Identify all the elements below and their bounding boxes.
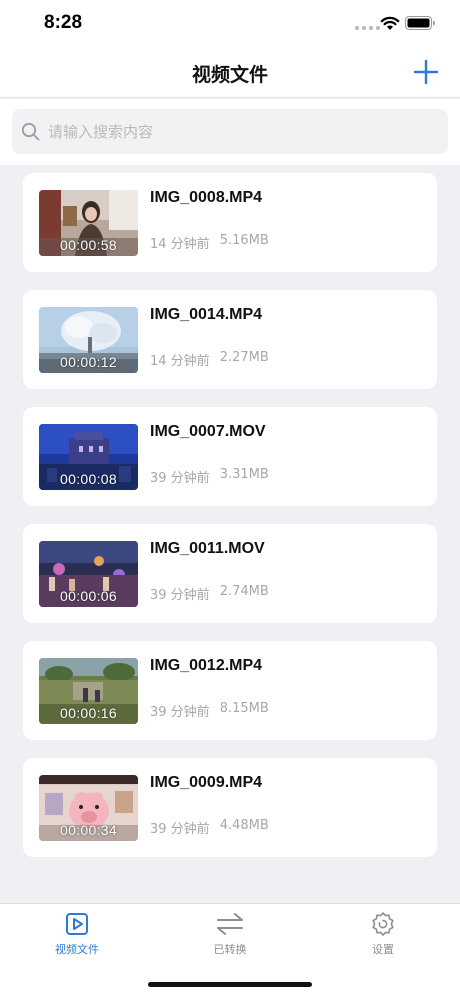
page-title: 视频文件 — [191, 64, 268, 86]
video-duration: 00:00:16 — [60, 705, 117, 721]
video-file-size: 2.27MB — [219, 350, 269, 365]
video-modified-time: 39 分钟前 — [150, 705, 210, 720]
search-icon — [21, 122, 40, 141]
tab-label: 已转换 — [213, 943, 247, 956]
video-thumbnail: 00:00:06 — [39, 541, 138, 607]
navigation-bar: 视频文件 — [0, 50, 460, 98]
tab-settings[interactable]: 设置 — [333, 911, 433, 967]
video-thumbnail: 00:00:58 — [39, 190, 138, 256]
video-duration: 00:00:58 — [60, 237, 117, 253]
settings-gear-icon — [372, 912, 394, 936]
video-item[interactable]: 00:00:16 IMG_0012.MP4 39 分钟前 8.15MB — [23, 641, 437, 740]
battery-icon — [405, 16, 435, 30]
video-modified-time: 14 分钟前 — [150, 237, 210, 252]
tab-bar: 视频文件 已转换 设置 — [0, 903, 460, 996]
video-item[interactable]: 00:00:08 IMG_0007.MOV 39 分钟前 3.31MB — [23, 407, 437, 506]
tab-label: 视频文件 — [55, 943, 99, 956]
video-thumbnail: 00:00:08 — [39, 424, 138, 490]
video-meta: 14 分钟前 2.27MB — [150, 350, 269, 369]
video-thumbnail: 00:00:34 — [39, 775, 138, 841]
video-file-size: 3.31MB — [219, 467, 269, 482]
video-file-size: 2.74MB — [219, 584, 269, 599]
search-input[interactable] — [48, 109, 438, 154]
home-indicator — [148, 982, 312, 987]
tab-converted[interactable]: 已转换 — [180, 911, 280, 967]
video-file-size: 4.48MB — [219, 818, 269, 833]
add-button[interactable] — [412, 58, 440, 86]
video-thumbnail: 00:00:16 — [39, 658, 138, 724]
video-duration: 00:00:12 — [60, 354, 117, 370]
video-duration: 00:00:34 — [60, 822, 117, 838]
video-file-name: IMG_0007.MOV — [150, 423, 266, 440]
tab-video-files[interactable]: 视频文件 — [27, 911, 127, 967]
video-meta: 39 分钟前 2.74MB — [150, 584, 269, 603]
status-bar: 8:28 — [0, 0, 460, 50]
search-box[interactable] — [12, 109, 448, 154]
video-meta: 39 分钟前 8.15MB — [150, 701, 269, 720]
video-duration: 00:00:06 — [60, 588, 117, 604]
wifi-icon — [380, 16, 400, 30]
video-meta: 39 分钟前 4.48MB — [150, 818, 269, 837]
video-modified-time: 39 分钟前 — [150, 471, 210, 486]
cellular-signal-icon — [355, 26, 380, 30]
video-file-name: IMG_0012.MP4 — [150, 657, 263, 674]
video-file-name: IMG_0008.MP4 — [150, 189, 263, 206]
video-thumbnail: 00:00:12 — [39, 307, 138, 373]
video-duration: 00:00:08 — [60, 471, 117, 487]
video-file-size: 8.15MB — [219, 701, 269, 716]
video-file-icon — [66, 913, 88, 935]
video-item[interactable]: 00:00:34 IMG_0009.MP4 39 分钟前 4.48MB — [23, 758, 437, 857]
video-item[interactable]: 00:00:06 IMG_0011.MOV 39 分钟前 2.74MB — [23, 524, 437, 623]
tab-label: 设置 — [372, 943, 394, 956]
convert-arrows-icon — [217, 913, 243, 935]
video-meta: 39 分钟前 3.31MB — [150, 467, 269, 486]
video-item[interactable]: 00:00:12 IMG_0014.MP4 14 分钟前 2.27MB — [23, 290, 437, 389]
video-meta: 14 分钟前 5.16MB — [150, 233, 269, 252]
video-modified-time: 39 分钟前 — [150, 588, 210, 603]
video-file-name: IMG_0011.MOV — [150, 540, 265, 557]
video-file-size: 5.16MB — [219, 233, 269, 248]
video-modified-time: 14 分钟前 — [150, 354, 210, 369]
video-file-name: IMG_0014.MP4 — [150, 306, 263, 323]
status-time: 8:28 — [44, 12, 83, 33]
video-item[interactable]: 00:00:58 IMG_0008.MP4 14 分钟前 5.16MB — [23, 173, 437, 272]
plus-icon — [413, 59, 439, 85]
video-modified-time: 39 分钟前 — [150, 822, 210, 837]
search-area — [0, 99, 460, 165]
video-file-name: IMG_0009.MP4 — [150, 774, 263, 791]
